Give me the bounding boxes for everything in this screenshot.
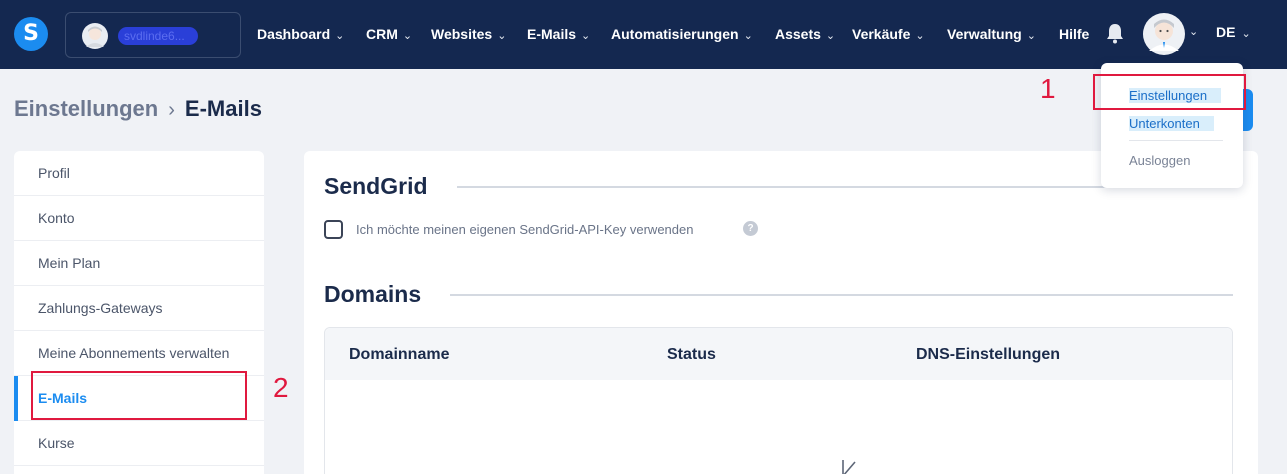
dropdown-item-unterkonten[interactable]: Unterkonten [1129,116,1214,131]
account-avatar-icon [82,23,108,49]
sendgrid-section-title: SendGrid [324,173,428,199]
language-selector[interactable]: DE ⌄ [1216,24,1251,40]
annotation-box-1 [1093,74,1246,110]
sidebar-item-zahlungs-gateways[interactable]: Zahlungs-Gateways [14,286,264,331]
domains-section-title: Domains [324,281,422,307]
nav-item-emails[interactable]: E-Mails ⌄ [527,24,590,44]
annotation-number-2: 2 [273,372,289,403]
domains-table: Domainname Status DNS-Einstellungen [324,327,1233,474]
table-header: Domainname Status DNS-Einstellungen [325,328,1232,380]
chevron-down-icon: ⌄ [581,30,591,42]
nav-item-hilfe[interactable]: Hilfe [1059,24,1089,44]
breadcrumb-current: E-Mails [184,96,262,121]
nav-item-label: Assets [775,26,821,42]
bell-icon[interactable] [1105,22,1125,44]
settings-sidebar: Profil Konto Mein Plan Zahlungs-Gateways… [14,151,264,474]
nav-item-label: E-Mails [527,26,577,42]
nav-item-assets[interactable]: Assets ⌄ [775,24,835,44]
nav-item-dashboard[interactable]: Dashboard ⌄ [257,24,344,44]
account-switcher[interactable]: svdlinde6... ⌄ [65,12,289,58]
sidebar-item-mein-plan[interactable]: Mein Plan [14,241,264,286]
section-divider [450,294,1233,296]
account-name: svdlinde6... [118,27,198,45]
chevron-down-icon: ⌄ [335,30,345,42]
nav-item-crm[interactable]: CRM ⌄ [366,24,412,44]
loading-spinner-icon [842,460,856,474]
dropdown-divider [1129,140,1223,141]
sendgrid-api-key-checkbox[interactable] [324,220,343,239]
chevron-down-icon: ⌄ [1241,28,1251,40]
nav-item-verkaeufe[interactable]: Verkäufe ⌄ [852,24,925,44]
nav-item-verwaltung[interactable]: Verwaltung ⌄ [947,24,1036,44]
app-logo[interactable]: S [14,17,48,51]
nav-item-websites[interactable]: Websites ⌄ [431,24,506,44]
nav-item-label: Verwaltung [947,26,1022,42]
breadcrumb-parent-link[interactable]: Einstellungen [14,96,158,121]
help-icon[interactable]: ? [743,221,758,236]
breadcrumb-separator-icon: › [168,99,175,121]
chevron-down-icon: ⌄ [1189,26,1199,38]
breadcrumb: Einstellungen › E-Mails [14,96,262,122]
annotation-number-1: 1 [1040,73,1056,104]
chevron-down-icon: ⌄ [497,30,507,42]
nav-item-label: Automatisierungen [611,26,739,42]
profile-avatar-icon[interactable] [1143,13,1185,55]
annotation-box-2 [31,371,247,420]
nav-item-label: Verkäufe [852,26,911,42]
column-header-domainname: Domainname [349,346,450,363]
top-navigation-bar: S svdlinde6... ⌄ Dashboard ⌄ CRM ⌄ Website… [0,0,1287,69]
dropdown-item-ausloggen[interactable]: Ausloggen [1129,153,1190,168]
sidebar-item-profil[interactable]: Profil [14,151,264,196]
chevron-down-icon: ⌄ [743,30,753,42]
nav-item-label: Dashboard [257,26,331,42]
sendgrid-checkbox-label: Ich möchte meinen eigenen SendGrid-API-K… [356,222,694,237]
nav-item-label: Hilfe [1059,26,1090,42]
sidebar-item-abonnements[interactable]: Meine Abonnements verwalten [14,331,264,376]
email-settings-panel: SendGrid Ich möchte meinen eigenen SendG… [304,151,1258,474]
active-indicator [14,376,18,421]
chevron-down-icon: ⌄ [1026,30,1036,42]
sidebar-item-kurse[interactable]: Kurse [14,421,264,466]
nav-item-label: CRM [366,26,398,42]
chevron-down-icon: ⌄ [402,30,413,42]
nav-item-automatisierungen[interactable]: Automatisierungen ⌄ [611,24,753,44]
column-header-status: Status [667,346,716,363]
column-header-dns-einstellungen: DNS-Einstellungen [916,346,1061,363]
language-label: DE [1216,24,1236,40]
nav-item-label: Websites [431,26,493,42]
chevron-down-icon: ⌄ [915,30,925,42]
chevron-down-icon: ⌄ [825,30,836,42]
sidebar-item-konto[interactable]: Konto [14,196,264,241]
